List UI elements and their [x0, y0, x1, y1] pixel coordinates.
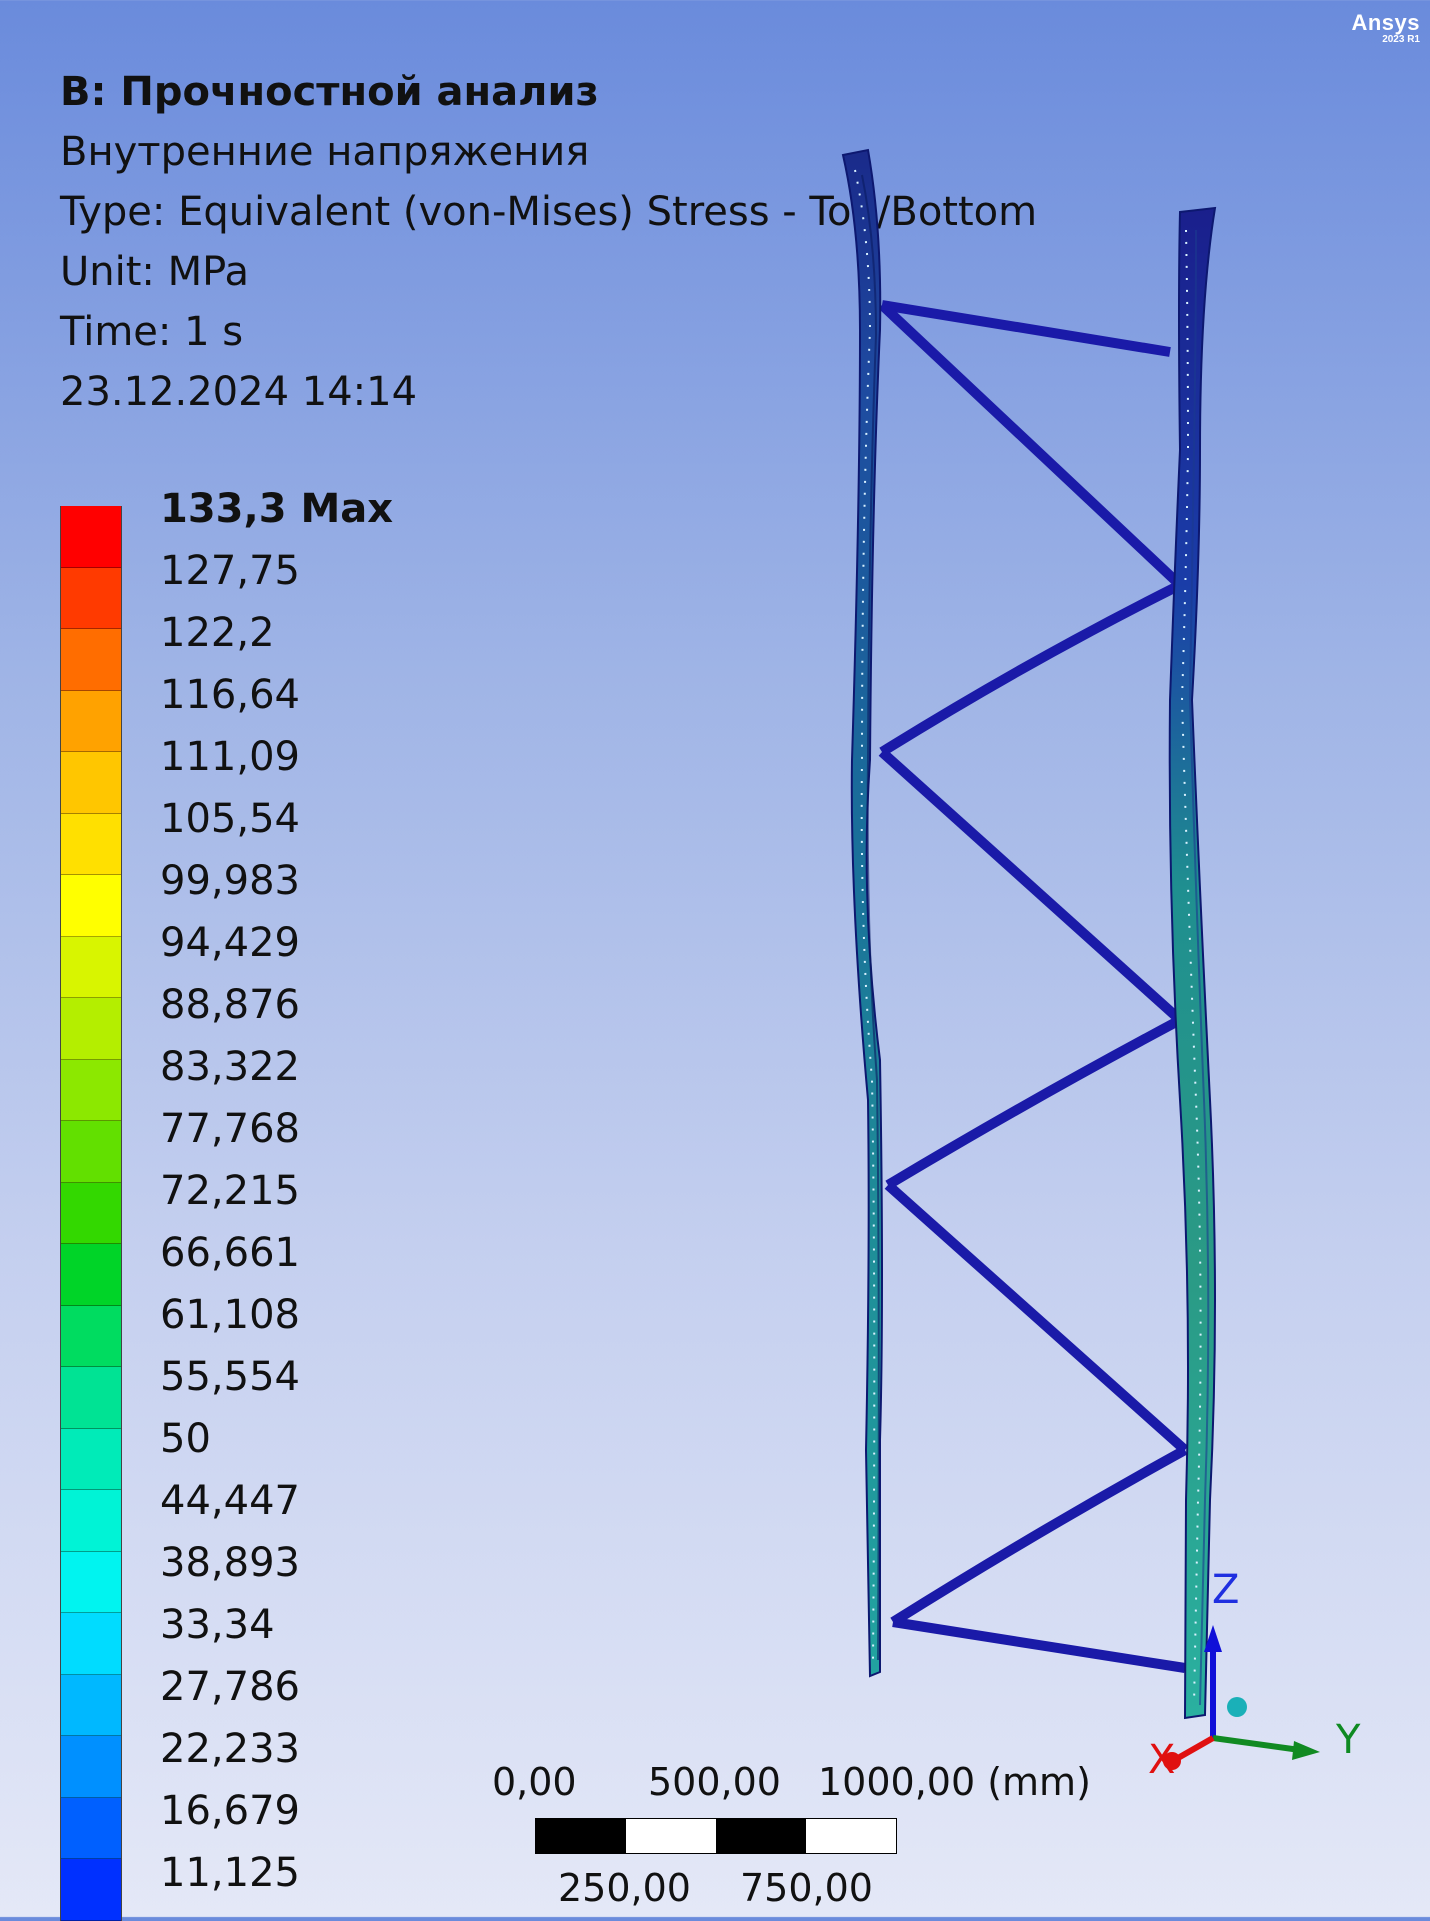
diagonal-brace — [890, 1445, 1188, 1627]
y-axis-arrow-icon — [1292, 1741, 1320, 1760]
x-axis — [1176, 1735, 1215, 1761]
triad-y-label: Y — [1336, 1717, 1361, 1763]
diagonal-brace — [884, 1181, 1189, 1454]
scale-label: 0,00 — [492, 1760, 577, 1804]
y-axis — [1212, 1735, 1301, 1753]
diagonal-brace — [879, 580, 1183, 757]
bottom-horizontal-brace — [892, 1617, 1186, 1673]
triad-x-label: X — [1148, 1737, 1176, 1783]
scale-label: 750,00 — [740, 1866, 873, 1910]
diagonal-brace — [885, 1015, 1183, 1190]
triad-z-label: Z — [1212, 1567, 1240, 1613]
truss-model-viewport[interactable] — [0, 0, 1430, 1917]
scale-bar — [535, 1818, 897, 1854]
scale-label: 250,00 — [558, 1866, 691, 1910]
left-column — [841, 148, 883, 1678]
scale-label: 500,00 — [648, 1760, 781, 1804]
diagonal-brace — [878, 748, 1184, 1024]
right-column — [1168, 206, 1217, 1720]
scale-label: 1000,00 (mm) — [818, 1760, 1091, 1804]
scale-ruler: 0,00 500,00 1000,00 (mm) 250,00 750,00 — [480, 1750, 1110, 1917]
bracing-members — [878, 300, 1189, 1673]
triad-origin-icon — [1227, 1697, 1247, 1717]
